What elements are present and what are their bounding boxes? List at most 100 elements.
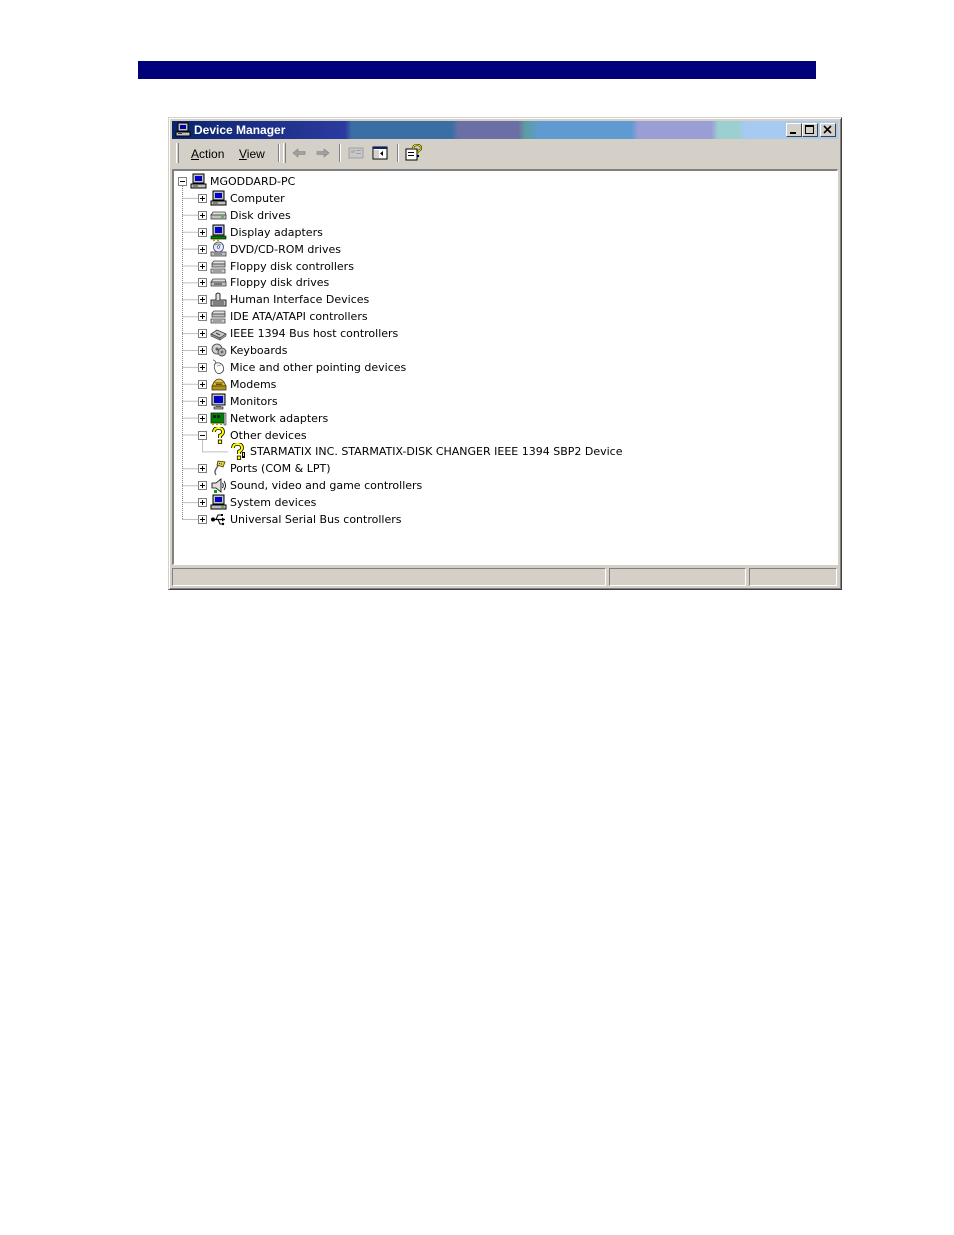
- page-header-bar: [138, 61, 816, 79]
- tree-item[interactable]: Ports (COM & LPT): [174, 460, 824, 477]
- expand-toggle[interactable]: [198, 346, 207, 355]
- tree-item-label: DVD/CD-ROM drives: [230, 242, 341, 256]
- tree-item-label: Floppy disk drives: [230, 276, 330, 290]
- port-icon: [214, 460, 226, 476]
- collapse-toggle[interactable]: [198, 430, 207, 440]
- tree-item[interactable]: Other devices: [174, 426, 824, 444]
- tree-item-label: System devices: [230, 496, 317, 510]
- toolbar-separator: [278, 144, 280, 162]
- expand-toggle[interactable]: [198, 362, 207, 372]
- show-hide-tree-icon[interactable]: [370, 144, 390, 162]
- maximize-icon: [805, 125, 814, 134]
- toolbar-grip[interactable]: [283, 143, 286, 163]
- cdrom-icon: [210, 241, 227, 256]
- computer-icon: [190, 173, 207, 189]
- tree-item[interactable]: Computer: [174, 190, 824, 207]
- toolbar-separator: [397, 144, 399, 162]
- expand-toggle[interactable]: [198, 481, 207, 491]
- tree-item-label: Modems: [230, 377, 277, 391]
- expand-toggle[interactable]: [198, 515, 207, 524]
- expand-toggle[interactable]: [198, 413, 207, 423]
- tree-item[interactable]: Network adapters: [174, 410, 824, 427]
- toolbar-separator: [339, 144, 341, 162]
- network-adapter-icon: [210, 412, 227, 425]
- monitor-icon: [211, 393, 226, 409]
- hid-icon: [210, 292, 227, 307]
- mouse-icon: [212, 359, 225, 374]
- computer-icon: [210, 190, 227, 206]
- tree-item[interactable]: Floppy disk controllers: [174, 258, 824, 275]
- menu-grip[interactable]: [176, 143, 179, 163]
- tree-item[interactable]: Disk drives: [174, 207, 824, 224]
- tree-item-label: Sound, video and game controllers: [230, 479, 423, 493]
- back-arrow-icon[interactable]: [289, 144, 309, 162]
- expand-toggle[interactable]: [198, 261, 207, 271]
- expand-toggle[interactable]: [198, 210, 207, 220]
- ieee1394-icon: [210, 329, 227, 341]
- tree-item-label: Keyboards: [230, 344, 288, 357]
- expand-toggle[interactable]: [198, 329, 207, 339]
- tree-item-label: STARMATIX INC. STARMATIX-DISK CHANGER IE…: [250, 445, 623, 459]
- controller-icon: [210, 260, 226, 273]
- expand-toggle[interactable]: [198, 396, 207, 406]
- expand-toggle[interactable]: [198, 227, 207, 237]
- tree-root-computer[interactable]: MGODDARD-PC: [174, 173, 824, 190]
- floppy-icon: [210, 278, 227, 287]
- tree-item-label: IEEE 1394 Bus host controllers: [230, 327, 399, 341]
- expand-toggle[interactable]: [198, 379, 207, 389]
- close-button[interactable]: [820, 123, 836, 137]
- tree-child-item[interactable]: STARMATIX INC. STARMATIX-DISK CHANGER IE…: [174, 443, 824, 461]
- tree-item[interactable]: Keyboards: [174, 342, 824, 359]
- window-title: Device Manager: [194, 123, 286, 137]
- properties-icon[interactable]: [346, 144, 366, 162]
- menu-action[interactable]: Action: [191, 147, 224, 161]
- device-manager-window: Device Manager Action View MGODDARD-PC C…: [168, 117, 842, 590]
- tree-item[interactable]: Floppy disk drives: [174, 274, 824, 291]
- tree-item[interactable]: Monitors: [174, 393, 824, 410]
- expand-toggle[interactable]: [198, 295, 207, 305]
- tree-item[interactable]: Sound, video and game controllers: [174, 477, 824, 494]
- tree-item-label: IDE ATA/ATAPI controllers: [230, 310, 368, 324]
- expand-toggle[interactable]: [198, 312, 207, 322]
- tree-item[interactable]: Mice and other pointing devices: [174, 359, 824, 376]
- tree-item[interactable]: Modems: [174, 376, 824, 393]
- device-manager-app-icon: [175, 122, 191, 137]
- close-icon: [823, 125, 832, 134]
- system-device-icon: [210, 494, 227, 510]
- tree-item[interactable]: System devices: [174, 494, 824, 511]
- status-panel-3: [749, 568, 837, 586]
- tree-item-label: Floppy disk controllers: [230, 259, 354, 273]
- tree-item-label: Display adapters: [230, 225, 323, 239]
- expand-toggle[interactable]: [198, 244, 207, 254]
- tree-item-label: Monitors: [230, 394, 278, 408]
- title-bar[interactable]: Device Manager: [172, 121, 838, 139]
- tree-item-label: Other devices: [230, 428, 307, 442]
- minimize-button[interactable]: [786, 123, 802, 137]
- controller-icon: [210, 310, 226, 324]
- unknown-device-warning-icon: [231, 443, 245, 461]
- tree-item[interactable]: IEEE 1394 Bus host controllers: [174, 325, 824, 342]
- help-icon[interactable]: [403, 144, 423, 162]
- expand-toggle[interactable]: [198, 193, 207, 203]
- menu-view[interactable]: View: [239, 147, 265, 161]
- tree-item[interactable]: Human Interface Devices: [174, 291, 824, 308]
- collapse-toggle[interactable]: [178, 177, 187, 186]
- tree-item[interactable]: Display adapters: [174, 224, 824, 241]
- maximize-button[interactable]: [802, 123, 818, 137]
- forward-arrow-icon[interactable]: [313, 144, 333, 162]
- minimize-icon: [790, 132, 796, 134]
- question-mark-icon: [212, 426, 225, 444]
- tree-item-label: MGODDARD-PC: [210, 175, 296, 188]
- expand-toggle[interactable]: [198, 498, 207, 508]
- tree-item[interactable]: Universal Serial Bus controllers: [174, 511, 824, 528]
- tree-item-label: Universal Serial Bus controllers: [230, 513, 402, 526]
- tree-item-label: Mice and other pointing devices: [230, 360, 407, 374]
- tree-item-label: Disk drives: [230, 208, 291, 222]
- status-panel-2: [609, 568, 746, 586]
- expand-toggle[interactable]: [198, 464, 207, 474]
- tree-item-label: Computer: [230, 191, 285, 205]
- tree-item[interactable]: IDE ATA/ATAPI controllers: [174, 308, 824, 325]
- tree-item[interactable]: DVD/CD-ROM drives: [174, 241, 824, 258]
- expand-toggle[interactable]: [198, 278, 207, 288]
- device-tree[interactable]: MGODDARD-PC Computer Disk drives Display ad…: [172, 169, 838, 565]
